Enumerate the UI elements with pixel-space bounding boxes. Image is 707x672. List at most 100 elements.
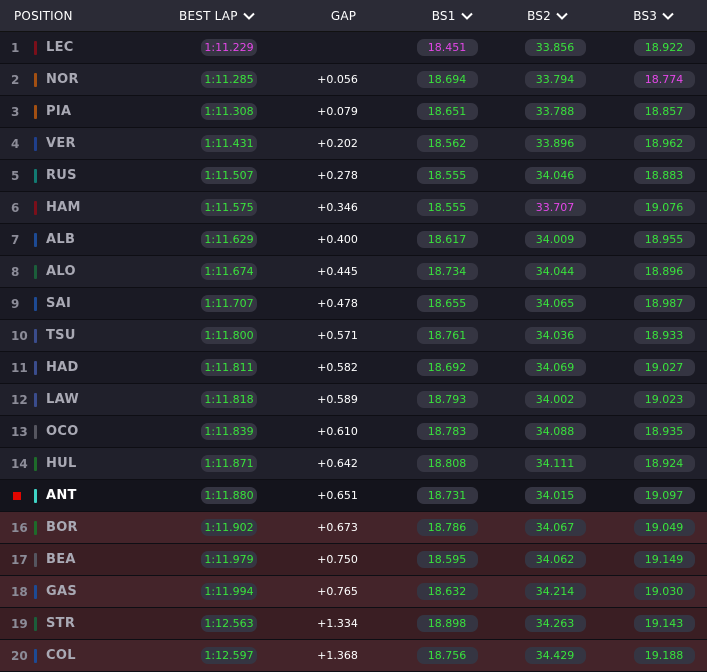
- driver-code: GAS: [46, 584, 77, 599]
- table-row[interactable]: 11 HAD 1:11.811 +0.582 18.692 34.069 19.027: [0, 352, 707, 384]
- position-number: 5: [0, 169, 33, 183]
- bs1-cell: 18.898: [416, 615, 478, 632]
- bs3-cell: 18.857: [633, 103, 695, 120]
- position-value: 8: [11, 264, 20, 279]
- player-marker-icon: [13, 491, 21, 500]
- position-number: 4: [0, 137, 33, 151]
- position-number: 16: [0, 521, 33, 535]
- table-row[interactable]: 14 HUL 1:11.871 +0.642 18.808 34.111 18.924: [0, 448, 707, 480]
- bs3-time: 19.030: [633, 583, 695, 600]
- driver-code: NOR: [46, 72, 79, 87]
- table-row[interactable]: 3 PIA 1:11.308 +0.079 18.651 33.788 18.857: [0, 96, 707, 128]
- position-value: 4: [11, 136, 20, 151]
- chevron-down-icon: [242, 12, 255, 20]
- bs2-cell: 34.046: [524, 167, 586, 184]
- best-lap-time: 1:11.902: [201, 519, 257, 536]
- bs3-column-header[interactable]: BS3: [600, 0, 707, 31]
- gap-value: +0.571: [317, 329, 358, 342]
- bs2-cell: 34.069: [524, 359, 586, 376]
- bs3-time: 18.922: [633, 39, 695, 56]
- bs1-time: 18.898: [416, 615, 478, 632]
- best-lap-header-label: BEST LAP: [179, 8, 238, 23]
- table-row[interactable]: 16 BOR 1:11.902 +0.673 18.786 34.067 19.049: [0, 512, 707, 544]
- best-lap-cell: 1:11.811: [201, 359, 257, 376]
- bs2-time: 34.002: [524, 391, 586, 408]
- table-row[interactable]: 2 NOR 1:11.285 +0.056 18.694 33.794 18.774: [0, 64, 707, 96]
- position-value: 3: [11, 104, 20, 119]
- bs2-time: 34.069: [524, 359, 586, 376]
- position-value: 6: [11, 200, 20, 215]
- team-color-bar: [34, 200, 37, 215]
- bs3-cell: 18.933: [633, 327, 695, 344]
- bs1-cell: 18.451: [416, 39, 478, 56]
- table-row[interactable]: 1 LEC 1:11.229 18.451 33.856 18.922: [0, 32, 707, 64]
- bs2-time: 34.111: [524, 455, 586, 472]
- best-lap-time: 1:11.431: [201, 135, 257, 152]
- table-row[interactable]: 20 COL 1:12.597 +1.368 18.756 34.429 19.188: [0, 640, 707, 672]
- table-row[interactable]: 8 ALO 1:11.674 +0.445 18.734 34.044 18.896: [0, 256, 707, 288]
- table-row[interactable]: 4 VER 1:11.431 +0.202 18.562 33.896 18.962: [0, 128, 707, 160]
- bs3-cell: 18.774: [633, 71, 695, 88]
- bs3-cell: 19.188: [633, 647, 695, 664]
- position-value: 7: [11, 232, 20, 247]
- driver-code: BOR: [46, 520, 78, 535]
- bs1-column-header[interactable]: BS1: [410, 0, 495, 31]
- table-row[interactable]: 18 GAS 1:11.994 +0.765 18.632 34.214 19.030: [0, 576, 707, 608]
- table-row[interactable]: 6 HAM 1:11.575 +0.346 18.555 33.707 19.076: [0, 192, 707, 224]
- gap-value: +1.334: [317, 617, 358, 630]
- bs1-cell: 18.655: [416, 295, 478, 312]
- best-lap-column-header[interactable]: BEST LAP: [156, 0, 277, 31]
- table-row[interactable]: ANT 1:11.880 +0.651 18.731 34.015 19.097: [0, 480, 707, 512]
- bs2-column-header[interactable]: BS2: [495, 0, 601, 31]
- gap-value: +0.400: [317, 233, 358, 246]
- best-lap-cell: 1:11.707: [201, 295, 257, 312]
- team-color-bar: [34, 136, 37, 151]
- position-number: 9: [0, 297, 33, 311]
- team-color-bar: [34, 456, 37, 471]
- bs3-time: 19.027: [633, 359, 695, 376]
- bs3-time: 19.049: [633, 519, 695, 536]
- position-number: 17: [0, 553, 33, 567]
- team-color-bar: [34, 72, 37, 87]
- best-lap-cell: 1:11.507: [201, 167, 257, 184]
- table-row[interactable]: 12 LAW 1:11.818 +0.589 18.793 34.002 19.023: [0, 384, 707, 416]
- bs2-cell: 33.707: [524, 199, 586, 216]
- table-row[interactable]: 10 TSU 1:11.800 +0.571 18.761 34.036 18.933: [0, 320, 707, 352]
- bs2-time: 34.214: [524, 583, 586, 600]
- team-color-bar: [34, 552, 37, 567]
- best-lap-time: 1:11.629: [201, 231, 257, 248]
- best-lap-time: 1:11.818: [201, 391, 257, 408]
- gap-value: +0.278: [317, 169, 358, 182]
- bs3-cell: 19.076: [633, 199, 695, 216]
- gap-column-header[interactable]: GAP: [278, 0, 410, 31]
- table-row[interactable]: 17 BEA 1:11.979 +0.750 18.595 34.062 19.149: [0, 544, 707, 576]
- best-lap-time: 1:12.597: [201, 647, 257, 664]
- table-row[interactable]: 7 ALB 1:11.629 +0.400 18.617 34.009 18.955: [0, 224, 707, 256]
- gap-header-label: GAP: [330, 8, 357, 23]
- team-color-bar: [34, 584, 37, 599]
- best-lap-cell: 1:11.674: [201, 263, 257, 280]
- position-value: 16: [11, 520, 28, 535]
- team-color-bar: [34, 232, 37, 247]
- best-lap-cell: 1:11.994: [201, 583, 257, 600]
- table-row[interactable]: 13 OCO 1:11.839 +0.610 18.783 34.088 18.935: [0, 416, 707, 448]
- bs1-time: 18.617: [416, 231, 478, 248]
- bs1-time: 18.651: [416, 103, 478, 120]
- bs2-cell: 34.263: [524, 615, 586, 632]
- bs2-cell: 34.044: [524, 263, 586, 280]
- bs3-cell: 18.955: [633, 231, 695, 248]
- gap-value: +0.445: [317, 265, 358, 278]
- table-row[interactable]: 9 SAI 1:11.707 +0.478 18.655 34.065 18.987: [0, 288, 707, 320]
- bs1-cell: 18.793: [416, 391, 478, 408]
- position-number: 19: [0, 617, 33, 631]
- bs3-cell: 18.987: [633, 295, 695, 312]
- best-lap-time: 1:11.229: [201, 39, 257, 56]
- bs2-cell: 33.788: [524, 103, 586, 120]
- best-lap-time: 1:11.839: [201, 423, 257, 440]
- driver-code: COL: [46, 648, 76, 663]
- table-row[interactable]: 19 STR 1:12.563 +1.334 18.898 34.263 19.143: [0, 608, 707, 640]
- bs3-cell: 19.049: [633, 519, 695, 536]
- best-lap-cell: 1:12.563: [201, 615, 257, 632]
- table-row[interactable]: 5 RUS 1:11.507 +0.278 18.555 34.046 18.883: [0, 160, 707, 192]
- position-header-label: POSITION: [14, 8, 73, 23]
